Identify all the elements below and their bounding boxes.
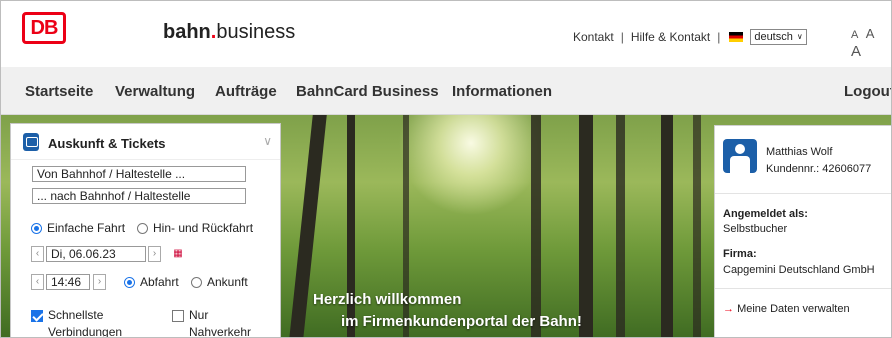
- fastest-connections-label-2[interactable]: Verbindungen: [48, 325, 122, 337]
- prev-date-button[interactable]: ‹: [31, 246, 44, 262]
- nav-item-auftraege[interactable]: Aufträge: [215, 83, 277, 100]
- tree-trunk: [579, 115, 593, 337]
- regional-only-label-1[interactable]: Nur: [189, 308, 208, 322]
- user-avatar-icon: [723, 139, 757, 173]
- chevron-down-icon[interactable]: ∨: [263, 134, 272, 148]
- font-size-controls: A A A: [851, 25, 891, 61]
- nav-item-verwaltung[interactable]: Verwaltung: [115, 83, 195, 100]
- language-value: deutsch: [754, 31, 793, 43]
- arrow-right-icon: →: [723, 303, 734, 315]
- top-links: Kontakt | Hilfe & Kontakt | deutsch ∨: [573, 29, 807, 45]
- company-label: Firma:: [723, 248, 757, 260]
- from-station-input[interactable]: Von Bahnhof / Haltestelle ...: [32, 166, 246, 182]
- brand-name[interactable]: bahn.business: [163, 21, 295, 44]
- hero-welcome-line2: im Firmenkundenportal der Bahn!: [341, 313, 582, 330]
- to-station-input[interactable]: ... nach Bahnhof / Haltestelle: [32, 188, 246, 204]
- browser-frame: DB bahn.business Kontakt | Hilfe & Konta…: [0, 0, 892, 338]
- customer-number: Kundennr.: 42606077: [766, 163, 872, 175]
- search-panel-title: Auskunft & Tickets: [48, 136, 166, 151]
- db-logo[interactable]: DB: [22, 12, 66, 44]
- ticket-icon: [23, 133, 39, 151]
- date-field[interactable]: Di, 06.06.23: [46, 246, 146, 262]
- radio-single-trip[interactable]: [31, 223, 42, 234]
- radio-return-trip[interactable]: [137, 223, 148, 234]
- user-role: Selbstbucher: [723, 223, 788, 235]
- tree-trunk: [661, 115, 673, 337]
- next-time-button[interactable]: ›: [93, 274, 106, 290]
- german-flag-icon: [729, 32, 744, 42]
- tree-trunk: [531, 115, 541, 337]
- calendar-icon[interactable]: ▦: [171, 248, 185, 260]
- brand-rest: business: [216, 21, 296, 43]
- next-date-button[interactable]: ›: [148, 246, 161, 262]
- tree-trunk: [693, 115, 701, 337]
- divider: [715, 288, 891, 289]
- arrival-label[interactable]: Ankunft: [207, 275, 248, 289]
- hero-welcome-line1: Herzlich willkommen: [313, 291, 462, 308]
- radio-departure[interactable]: [124, 277, 135, 288]
- brand-bold: bahn: [163, 21, 211, 43]
- language-select[interactable]: deutsch ∨: [750, 29, 807, 45]
- fastest-connections-label-1[interactable]: Schnellste: [48, 308, 103, 322]
- kontakt-link[interactable]: Kontakt: [573, 30, 614, 44]
- user-name: Matthias Wolf: [766, 146, 833, 158]
- header: DB bahn.business Kontakt | Hilfe & Konta…: [1, 1, 891, 67]
- return-trip-label[interactable]: Hin- und Rückfahrt: [153, 221, 253, 235]
- manage-data-link[interactable]: → Meine Daten verwalten: [723, 303, 850, 315]
- link-separator: |: [717, 30, 721, 44]
- nav-item-startseite[interactable]: Startseite: [25, 83, 93, 100]
- company-name: Capgemini Deutschland GmbH: [723, 264, 875, 276]
- departure-label[interactable]: Abfahrt: [140, 275, 179, 289]
- search-panel: Auskunft & Tickets ∨ Von Bahnhof / Halte…: [10, 123, 281, 337]
- logged-in-as-label: Angemeldet als:: [723, 208, 808, 220]
- nav-item-bahncard-business[interactable]: BahnCard Business: [296, 83, 439, 100]
- font-size-medium[interactable]: A: [866, 26, 875, 41]
- manage-data-link-label: Meine Daten verwalten: [737, 303, 850, 315]
- main-nav: Startseite Verwaltung Aufträge BahnCard …: [1, 67, 891, 115]
- user-panel: Matthias Wolf Kundennr.: 42606077 Angeme…: [714, 125, 891, 337]
- regional-only-checkbox[interactable]: [172, 310, 184, 322]
- link-separator: |: [620, 30, 624, 44]
- search-panel-header[interactable]: Auskunft & Tickets ∨: [11, 124, 280, 160]
- regional-only-label-2[interactable]: Nahverkehr: [189, 325, 251, 337]
- tree-trunk: [616, 115, 625, 337]
- chevron-down-icon: ∨: [796, 32, 803, 41]
- divider: [715, 193, 891, 194]
- font-size-large[interactable]: A: [851, 43, 861, 60]
- prev-time-button[interactable]: ‹: [31, 274, 44, 290]
- avatar-head: [735, 144, 745, 154]
- fastest-connections-checkbox[interactable]: [31, 310, 43, 322]
- font-size-small[interactable]: A: [851, 29, 858, 41]
- time-field[interactable]: 14:46: [46, 274, 90, 290]
- radio-arrival[interactable]: [191, 277, 202, 288]
- single-trip-label[interactable]: Einfache Fahrt: [47, 221, 125, 235]
- nav-item-informationen[interactable]: Informationen: [452, 83, 552, 100]
- hilfe-kontakt-link[interactable]: Hilfe & Kontakt: [631, 30, 710, 44]
- avatar-body: [730, 156, 750, 173]
- logout-link[interactable]: Logout: [844, 83, 891, 100]
